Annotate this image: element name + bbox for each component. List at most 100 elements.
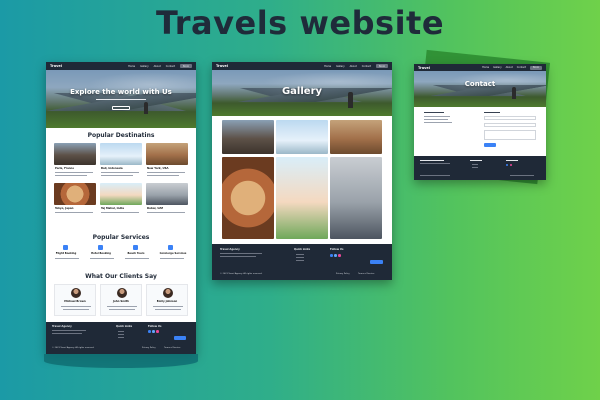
footer-follow: Follow Us	[330, 248, 344, 251]
nav-logo[interactable]: Travel	[50, 64, 62, 68]
hero-banner: Contact	[414, 71, 546, 107]
send-button[interactable]	[484, 143, 496, 147]
email-field[interactable]	[484, 123, 536, 127]
avatar	[71, 288, 81, 298]
navbar: Travel Home Gallery About Contact Book	[212, 62, 392, 70]
service-name: Flight Booking	[55, 252, 77, 255]
hero-title: Contact	[464, 80, 496, 88]
testimonial-card: Michael Brown	[54, 284, 96, 316]
destinations-heading: Popular Destinatins	[87, 132, 155, 139]
service-name: Beach Tours	[127, 252, 145, 255]
nav-link-home[interactable]: Home	[482, 66, 489, 69]
destination-photo[interactable]	[54, 183, 96, 205]
twitter-icon[interactable]	[152, 330, 155, 333]
nav-link-about[interactable]: About	[506, 66, 513, 69]
destination-name: Bali, Indonesia	[101, 167, 123, 170]
gallery-photo[interactable]	[276, 157, 328, 239]
footer-terms-link[interactable]: Terms of Service	[164, 347, 180, 349]
footer-brand: Travel Agency	[52, 325, 72, 328]
facebook-icon[interactable]	[330, 254, 333, 257]
footer-quick-links: Quick Links	[116, 325, 133, 328]
contact-form	[482, 110, 538, 154]
destination-name: New York, USA	[147, 167, 169, 170]
footer-privacy-link[interactable]: Privacy Policy	[142, 347, 156, 349]
destination-photo[interactable]	[54, 143, 96, 165]
service-name: Hotel Booking	[91, 252, 111, 255]
hero-banner: Gallery	[212, 70, 392, 116]
nav-link-gallery[interactable]: Gallery	[140, 65, 149, 68]
footer-quick-links: Quick Links	[294, 248, 311, 251]
nav-link-gallery[interactable]: Gallery	[336, 65, 345, 68]
nav-book-button[interactable]: Book	[530, 65, 542, 70]
home-mockup-shadow	[44, 354, 198, 368]
footer-terms-link[interactable]: Terms of Service	[358, 273, 374, 275]
destination-name: Dubai, UAE	[147, 207, 164, 210]
client-name: Michael Brown	[64, 300, 86, 303]
contact-page-mockup: Travel Home Gallery About Contact Book C…	[414, 64, 546, 180]
hero-title: Explore the world with Us	[70, 88, 172, 96]
nav-book-button[interactable]: Book	[180, 64, 192, 68]
destination-photo[interactable]	[100, 183, 142, 205]
twitter-icon[interactable]	[334, 254, 337, 257]
concierge-icon	[168, 245, 173, 250]
destination-name: Taj Mahal, India	[101, 207, 124, 210]
nav-link-about[interactable]: About	[154, 65, 161, 68]
message-field[interactable]	[484, 130, 536, 140]
nav-link-contact[interactable]: Contact	[166, 65, 175, 68]
gallery-photo[interactable]	[330, 120, 382, 154]
hero-cta-button[interactable]	[112, 106, 130, 110]
nav-book-button[interactable]: Book	[376, 64, 388, 68]
instagram-icon[interactable]	[338, 254, 341, 257]
name-field[interactable]	[484, 116, 536, 120]
avatar	[163, 288, 173, 298]
subscribe-button[interactable]	[370, 260, 383, 264]
nav-logo[interactable]: Travel	[418, 66, 430, 70]
navbar: Travel Home Gallery About Contact Book	[46, 62, 196, 70]
footer-privacy-link[interactable]: Privacy Policy	[336, 273, 350, 275]
nav-logo[interactable]: Travel	[216, 64, 228, 68]
footer: Travel Agency Quick Links Follow Us © 20…	[212, 244, 392, 280]
nav-link-contact[interactable]: Contact	[362, 65, 371, 68]
subscribe-button[interactable]	[174, 336, 186, 340]
nav-link-gallery[interactable]: Gallery	[493, 66, 502, 69]
instagram-icon[interactable]	[510, 164, 512, 166]
footer-follow: Follow Us	[148, 325, 162, 328]
hotel-icon	[98, 245, 103, 250]
nav-link-about[interactable]: About	[350, 65, 357, 68]
gallery-photo[interactable]	[222, 157, 274, 239]
destination-name: Paris, France	[55, 167, 74, 170]
footer-brand: Travel Agency	[220, 248, 240, 251]
avatar	[117, 288, 127, 298]
page-title: Travels website	[155, 4, 445, 42]
hero-banner: Explore the world with Us	[46, 70, 196, 128]
footer	[414, 156, 546, 180]
beach-icon	[133, 245, 138, 250]
hero-title: Gallery	[281, 86, 323, 97]
footer: Travel Agency Quick Links Follow Us © 20…	[46, 322, 196, 354]
destination-photo[interactable]	[146, 183, 188, 205]
destination-photo[interactable]	[146, 143, 188, 165]
client-name: John Smith	[113, 300, 129, 303]
service-name: Concierge Services	[159, 252, 187, 255]
clients-heading: What Our Clients Say	[85, 273, 157, 280]
gallery-photo[interactable]	[222, 120, 274, 154]
instagram-icon[interactable]	[156, 330, 159, 333]
navbar: Travel Home Gallery About Contact Book	[414, 64, 546, 71]
gallery-photo[interactable]	[330, 157, 382, 239]
facebook-icon[interactable]	[506, 164, 508, 166]
gallery-photo[interactable]	[276, 120, 328, 154]
gallery-page-mockup: Travel Home Gallery About Contact Book G…	[212, 62, 392, 280]
facebook-icon[interactable]	[148, 330, 151, 333]
nav-link-home[interactable]: Home	[324, 65, 331, 68]
testimonial-card: John Smith	[100, 284, 142, 316]
footer-copyright: © 2023 Travel Agency. All rights reserve…	[220, 273, 263, 275]
testimonial-card: Emily Johnson	[146, 284, 188, 316]
nav-link-contact[interactable]: Contact	[517, 66, 526, 69]
nav-link-home[interactable]: Home	[128, 65, 135, 68]
home-page-mockup: Travel Home Gallery About Contact Book E…	[46, 62, 196, 354]
services-heading: Popular Services	[92, 234, 150, 241]
hiker-figure	[512, 87, 516, 99]
destination-name: Tokyo, Japan	[55, 207, 74, 210]
destination-photo[interactable]	[100, 143, 142, 165]
footer-copyright: © 2023 Travel Agency. All rights reserve…	[52, 347, 95, 349]
